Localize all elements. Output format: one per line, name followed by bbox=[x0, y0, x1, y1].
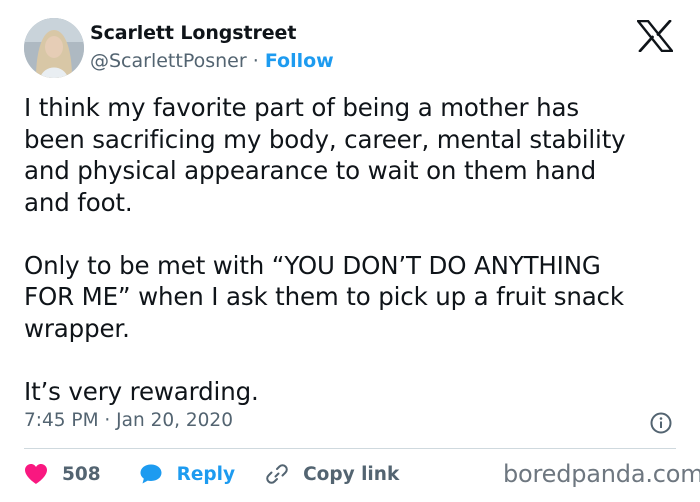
heart-icon bbox=[25, 464, 47, 484]
follow-button[interactable]: Follow bbox=[265, 50, 334, 72]
like-count: 508 bbox=[62, 463, 101, 485]
copy-link-button[interactable]: Copy link bbox=[265, 463, 399, 485]
author-handle[interactable]: @ScarlettPosner bbox=[90, 50, 247, 72]
author-handle-row: @ScarlettPosner · Follow bbox=[90, 50, 334, 72]
link-icon bbox=[266, 464, 288, 484]
tweet-text: I think my favorite part of being a moth… bbox=[24, 93, 626, 406]
like-button[interactable]: 508 bbox=[24, 463, 101, 485]
divider bbox=[24, 448, 676, 449]
info-icon[interactable] bbox=[650, 412, 672, 434]
reply-button[interactable]: Reply bbox=[139, 463, 235, 485]
author-name[interactable]: Scarlett Longstreet bbox=[90, 22, 296, 44]
separator-dot: · bbox=[252, 50, 259, 72]
avatar-photo bbox=[24, 18, 84, 78]
tweet-timestamp[interactable]: 7:45 PM · Jan 20, 2020 bbox=[24, 410, 233, 431]
action-bar: 508 Reply Copy link bbox=[24, 458, 399, 490]
watermark: boredpanda.com bbox=[503, 460, 700, 488]
x-logo-icon[interactable] bbox=[637, 20, 673, 52]
copy-link-label: Copy link bbox=[303, 463, 400, 485]
reply-label: Reply bbox=[176, 463, 236, 485]
avatar[interactable] bbox=[24, 18, 84, 78]
speech-bubble-icon bbox=[140, 464, 162, 484]
